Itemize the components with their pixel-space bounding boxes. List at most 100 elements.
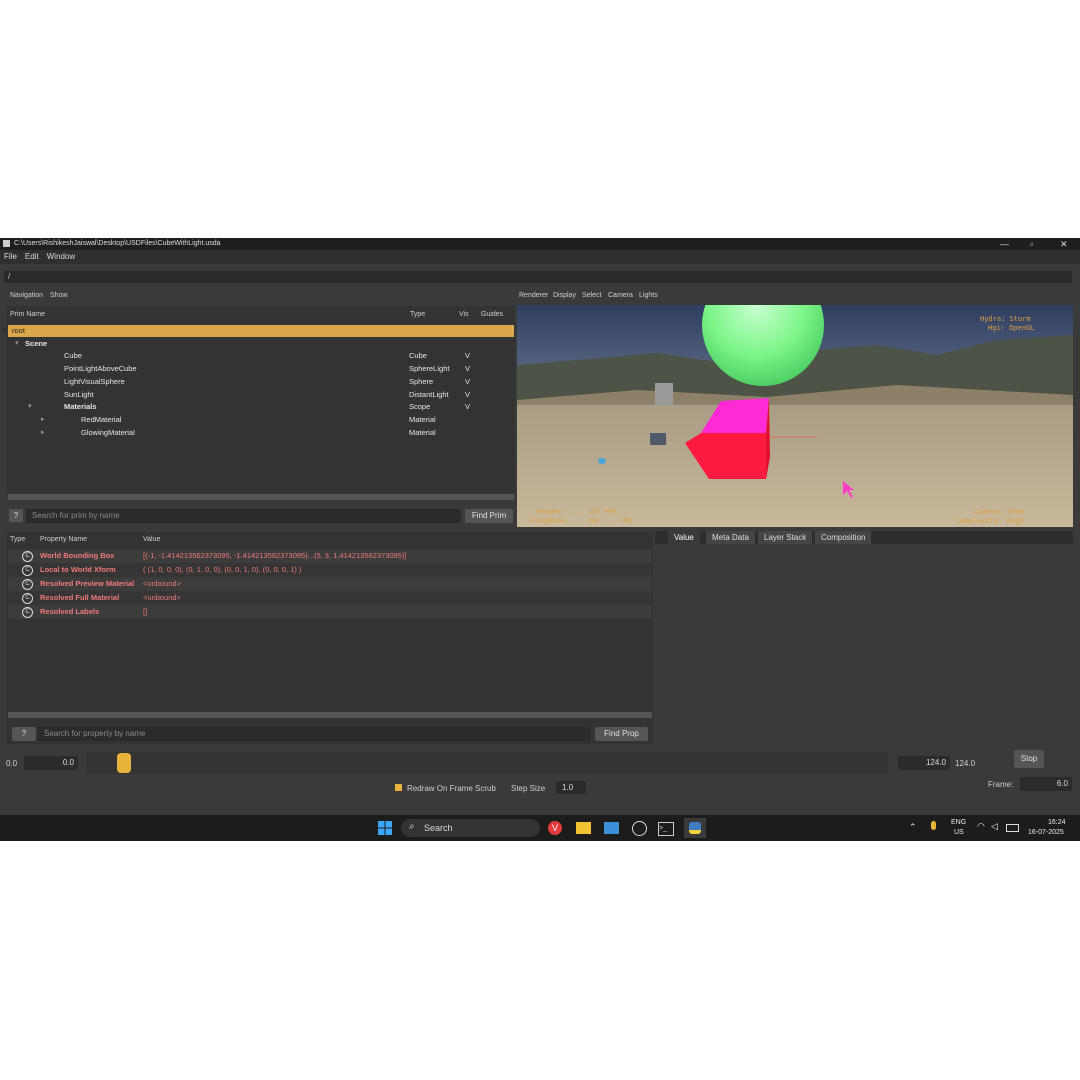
search-icon: ⌕: [409, 821, 415, 832]
file-explorer-icon[interactable]: [576, 822, 591, 834]
close-icon[interactable]: ✕: [1060, 238, 1068, 250]
windows-taskbar: ⌕ Search V >_ ⌃ ENG US ◠ ◁ 16:24 16-07-2…: [0, 815, 1080, 841]
stop-button[interactable]: Stop: [1014, 750, 1044, 768]
expand-down-icon[interactable]: ▾: [15, 338, 19, 350]
usdview-window: C:\Users\RishikeshJaiswal\Desktop\USDFil…: [0, 238, 1080, 815]
prim-row-glowingmaterial[interactable]: ▸ GlowingMaterial Material: [8, 427, 514, 439]
prim-name: root: [12, 326, 25, 335]
tray-chevron-icon[interactable]: ⌃: [909, 822, 917, 833]
start-icon[interactable]: [378, 821, 392, 835]
prim-row-pointlightabovecube[interactable]: PointLightAboveCube SphereLight V: [8, 363, 514, 375]
prim-row-root[interactable]: ▾ root: [2, 325, 514, 337]
menu-edit[interactable]: Edit: [25, 252, 39, 261]
vp-menu-display[interactable]: Display: [553, 292, 576, 299]
frame-label: Frame:: [988, 780, 1014, 789]
prim-row-materials[interactable]: ▾ Materials Scope V: [8, 401, 514, 413]
hud-hgi: Hgi: OpenGL: [988, 324, 1035, 332]
property-name: Resolved Labels: [40, 607, 100, 616]
prim-type: Material: [409, 414, 436, 424]
prim-path-field[interactable]: /: [4, 271, 1072, 283]
prim-row-redmaterial[interactable]: ▸ RedMaterial Material: [8, 414, 514, 426]
expand-down-icon[interactable]: ▾: [28, 401, 32, 413]
tab-composition[interactable]: Composition: [815, 531, 872, 544]
col-prop-name[interactable]: Property Name: [40, 536, 87, 543]
expand-right-icon[interactable]: ▸: [41, 427, 45, 439]
find-prim-button[interactable]: Find Prim: [465, 509, 513, 523]
prop-help-button[interactable]: ?: [12, 727, 36, 741]
timeline-slider-handle[interactable]: [117, 753, 132, 773]
taskbar-search[interactable]: ⌕ Search: [401, 819, 540, 837]
col-prop-value[interactable]: Value: [143, 536, 160, 543]
battery-icon[interactable]: [1006, 824, 1019, 832]
property-name: Resolved Full Material: [40, 593, 120, 602]
timeline-slider[interactable]: [86, 752, 888, 774]
col-guides[interactable]: Guides: [481, 311, 503, 318]
col-type[interactable]: Type: [410, 311, 425, 318]
prim-row-cube[interactable]: Cube Cube V: [8, 350, 514, 362]
property-row[interactable]: C Resolved Preview Material <unbound>: [8, 577, 652, 591]
wifi-icon[interactable]: ◠: [977, 821, 985, 832]
prim-row-lightvisualsphere[interactable]: LightVisualSphere Sphere V: [8, 376, 514, 388]
col-prop-type[interactable]: Type: [10, 536, 25, 543]
property-row[interactable]: C Local to World Xform ( (1, 0, 0, 0), (0,…: [8, 563, 652, 577]
terminal-icon[interactable]: >_: [658, 822, 674, 836]
detail-panel: [655, 531, 1073, 744]
property-row[interactable]: C Resolved Labels []: [8, 605, 652, 619]
col-prim-name[interactable]: Prim Name: [10, 311, 45, 318]
col-vis[interactable]: Vis: [459, 311, 469, 318]
prim-vis[interactable]: V: [465, 363, 470, 375]
prim-row-scene[interactable]: ▾ Scene: [8, 338, 514, 350]
vivaldi-icon[interactable]: V: [548, 821, 562, 835]
menu-window[interactable]: Window: [47, 252, 75, 261]
tab-value[interactable]: Value: [668, 531, 700, 544]
minimize-icon[interactable]: —: [1000, 238, 1009, 250]
property-scrollbar[interactable]: [8, 712, 652, 718]
frame-field[interactable]: 6.0: [1020, 777, 1072, 791]
photos-icon[interactable]: [604, 822, 619, 834]
expand-down-icon[interactable]: ▾: [2, 325, 6, 337]
microphone-icon[interactable]: [931, 821, 936, 830]
vp-menu-camera[interactable]: Camera: [608, 292, 633, 299]
viewport[interactable]: Hydra: Storm Hgi: OpenGL Render: ... inf…: [517, 305, 1073, 527]
window-title: C:\Users\RishikeshJaiswal\Desktop\USDFil…: [14, 240, 221, 247]
end-frame-field[interactable]: 124.0: [898, 756, 950, 770]
nav-menu-show[interactable]: Show: [50, 292, 68, 299]
obs-icon[interactable]: [632, 821, 647, 836]
prim-type: Material: [409, 427, 436, 437]
python-app-icon[interactable]: [684, 818, 706, 838]
tray-time[interactable]: 16:24: [1048, 819, 1066, 826]
start-frame-field[interactable]: 0.0: [24, 756, 78, 770]
property-row[interactable]: C Resolved Full Material <unbound>: [8, 591, 652, 605]
vp-menu-lights[interactable]: Lights: [639, 292, 658, 299]
timeline-end: 124.0: [955, 759, 976, 768]
property-row[interactable]: C World Bounding Box [(-1, -1.414213562373…: [8, 549, 652, 563]
find-prop-button[interactable]: Find Prop: [595, 727, 648, 741]
nav-menu-navigation[interactable]: Navigation: [10, 292, 43, 299]
expand-right-icon[interactable]: ▸: [41, 414, 45, 426]
prim-vis[interactable]: V: [465, 376, 470, 388]
tray-date[interactable]: 16-07-2025: [1028, 829, 1064, 836]
tab-meta-data[interactable]: Meta Data: [706, 531, 755, 544]
vp-menu-renderer[interactable]: Renderer: [519, 292, 548, 299]
prim-row-sunlight[interactable]: SunLight DistantLight V: [8, 389, 514, 401]
prim-search-input[interactable]: Search for prim by name: [26, 509, 461, 523]
prop-search-input[interactable]: Search for property by name: [38, 727, 590, 741]
redraw-checkbox[interactable]: [395, 784, 402, 791]
tab-layer-stack[interactable]: Layer Stack: [758, 531, 813, 544]
menu-file[interactable]: File: [4, 252, 17, 261]
prim-name: RedMaterial: [81, 414, 122, 424]
app-icon: [3, 240, 10, 247]
vp-menu-select[interactable]: Select: [582, 292, 601, 299]
prim-vis[interactable]: V: [465, 389, 470, 401]
hud-render: Render: ... inf FPS: [537, 508, 618, 516]
property-name: Local to World Xform: [40, 565, 116, 574]
tray-region[interactable]: US: [954, 829, 964, 836]
step-size-field[interactable]: 1.0: [556, 781, 586, 794]
prim-vis[interactable]: V: [465, 401, 470, 413]
tray-lang[interactable]: ENG: [951, 819, 966, 826]
prim-help-button[interactable]: ?: [9, 509, 23, 522]
prim-tree-scrollbar[interactable]: [8, 494, 514, 500]
prim-vis[interactable]: V: [465, 350, 470, 362]
maximize-icon[interactable]: ▫: [1030, 238, 1033, 250]
volume-icon[interactable]: ◁: [991, 821, 998, 832]
